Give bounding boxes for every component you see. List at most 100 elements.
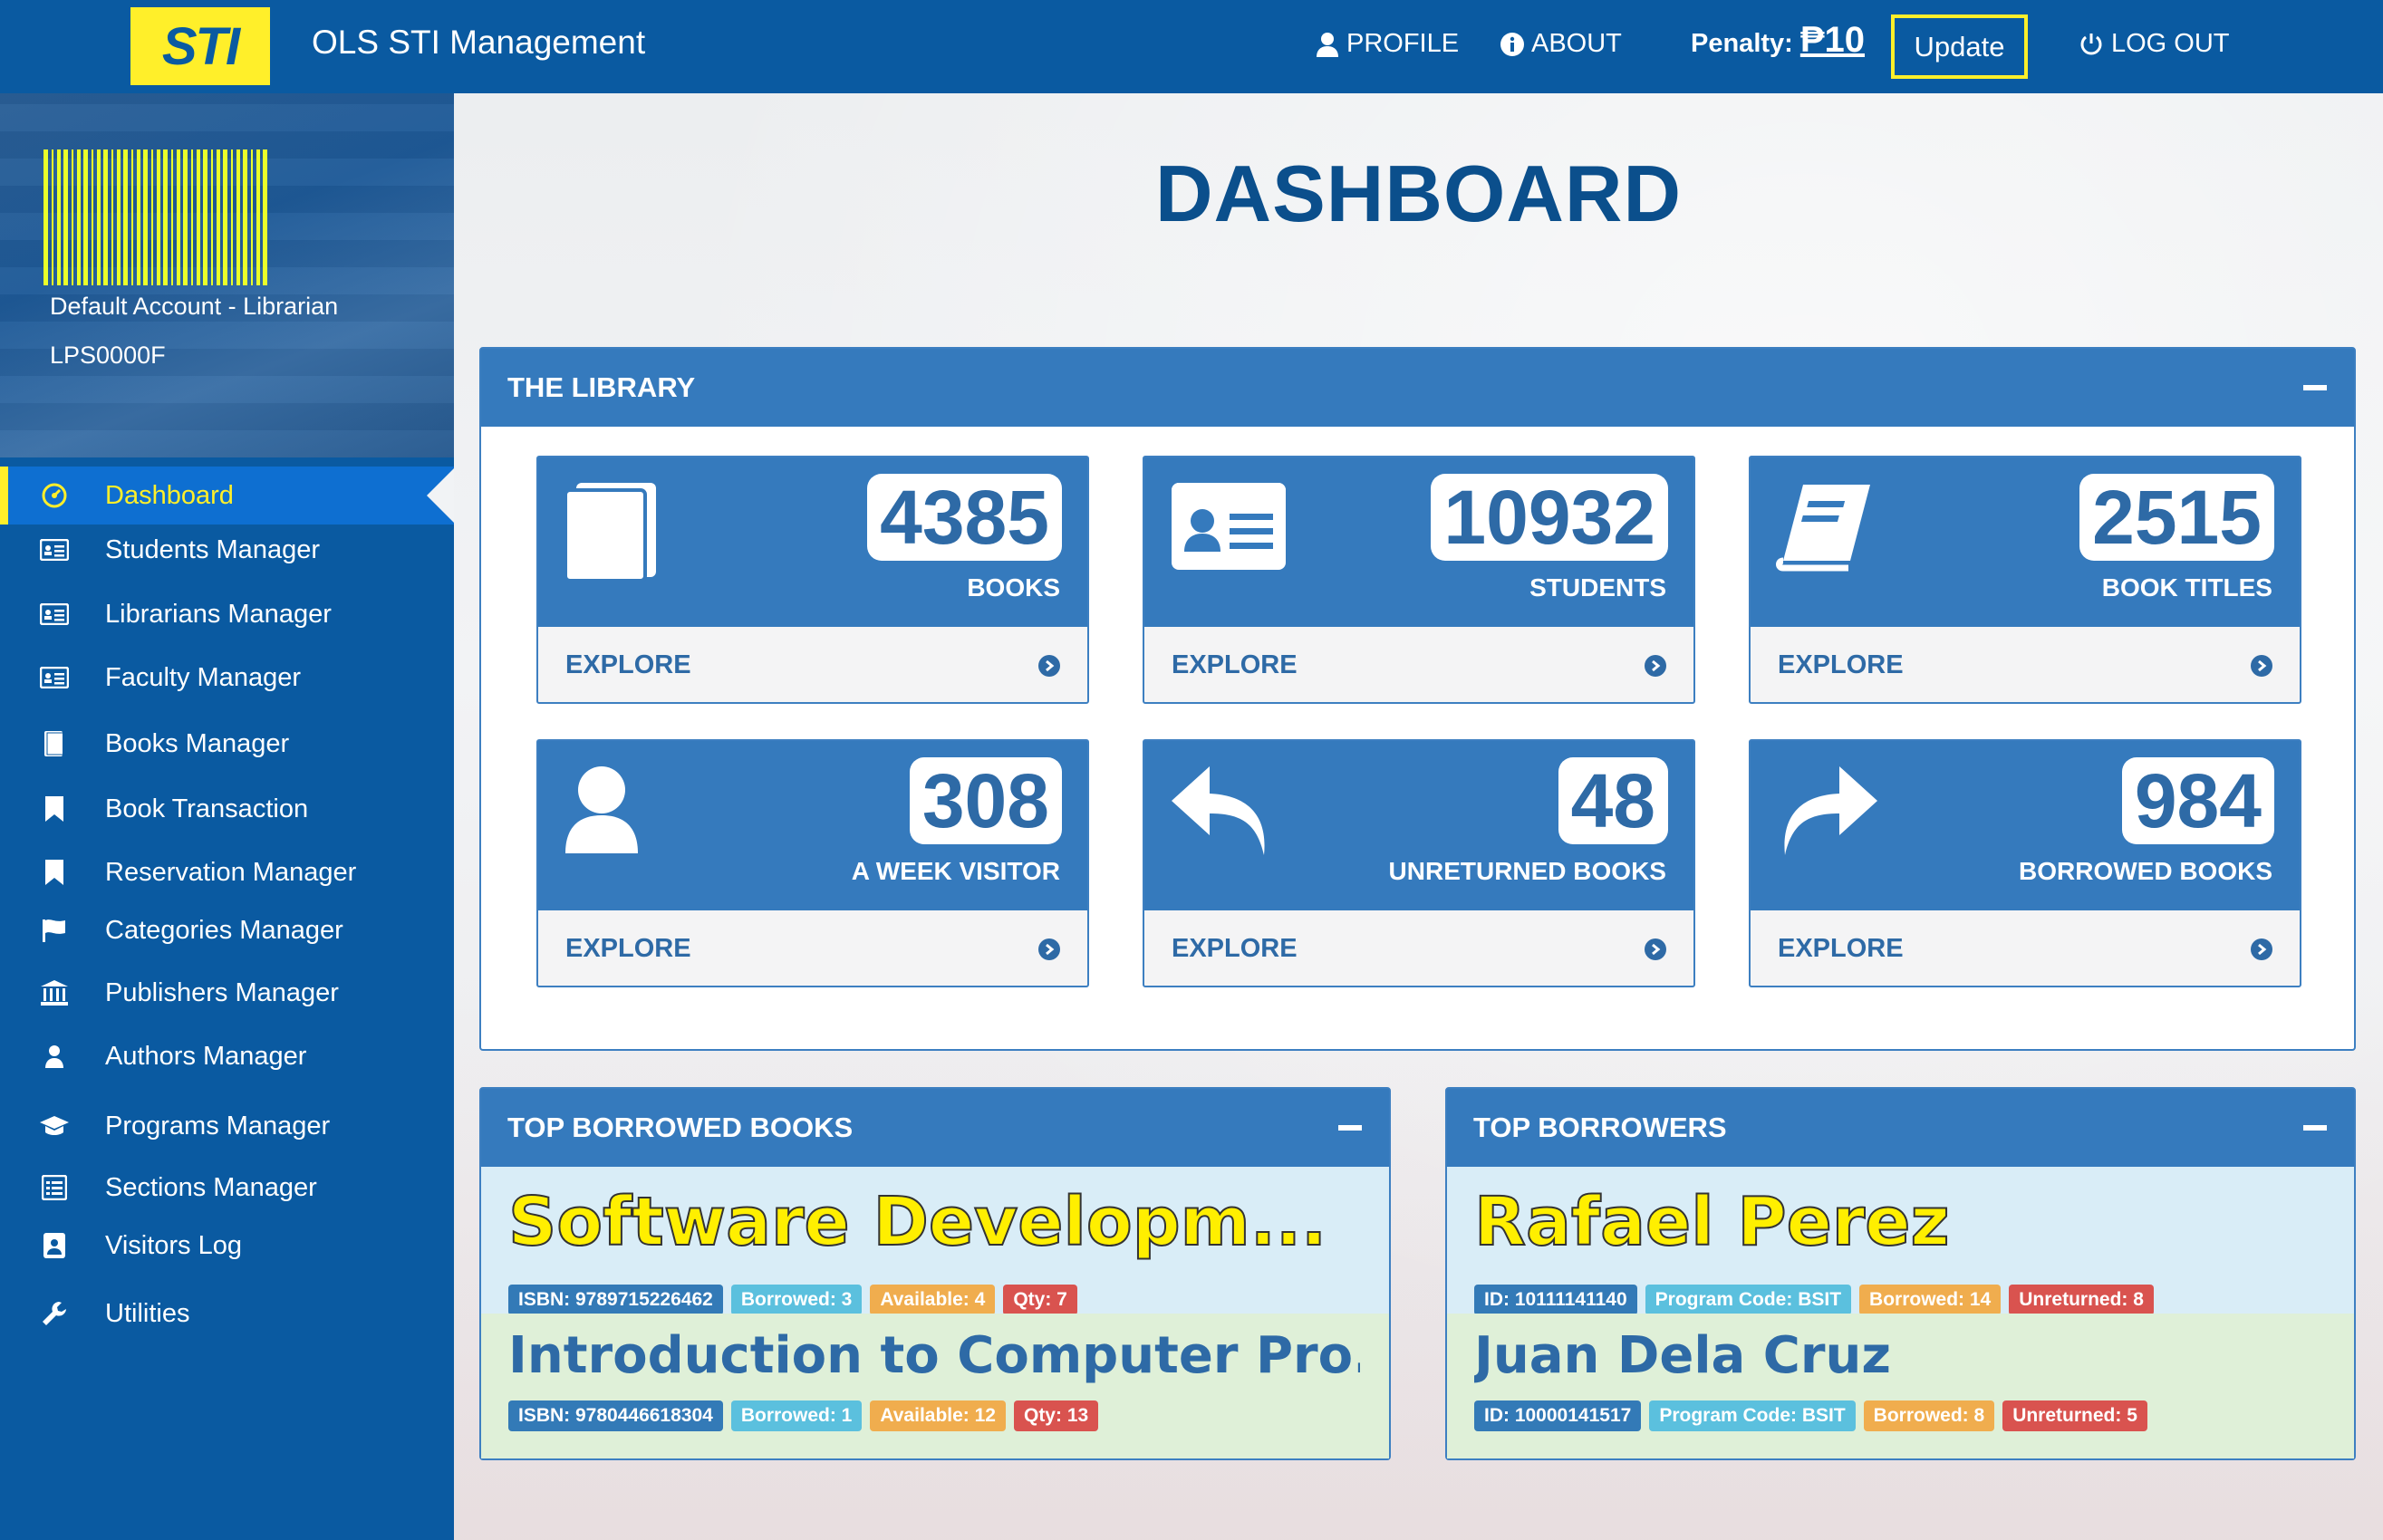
sidebar-item-dashboard[interactable]: Dashboard [0, 467, 454, 525]
sidebar-item-label: Books Manager [105, 728, 290, 758]
sidebar-item-programs-manager[interactable]: Programs Manager [0, 1097, 454, 1155]
id-card-icon [36, 539, 72, 561]
wrench-icon [36, 1300, 72, 1327]
sidebar-item-label: Authors Manager [105, 1041, 307, 1071]
collapse-top-books-button[interactable] [1338, 1125, 1362, 1131]
penalty-value[interactable]: ₱10 [1800, 20, 1865, 61]
app-title: OLS STI Management [312, 24, 646, 61]
sidebar-item-label: Students Manager [105, 534, 320, 564]
borrowed-badge: Borrowed: 14 [1859, 1285, 2002, 1315]
library-panel-title: THE LIBRARY [507, 371, 696, 403]
logout-label: LOG OUT [2111, 29, 2230, 58]
graduation-cap-icon [36, 1114, 72, 1138]
sidebar-item-books-manager[interactable]: Books Manager [0, 715, 454, 773]
library-panel: THE LIBRARY 4385 BOOKS EXPLORE 10932 STU… [479, 347, 2356, 1051]
sidebar-item-reservation-manager[interactable]: Reservation Manager [0, 843, 454, 901]
sidebar-item-label: Reservation Manager [105, 857, 357, 887]
update-button[interactable]: Update [1891, 14, 2028, 79]
qty-badge: Qty: 13 [1013, 1400, 1099, 1431]
borrowed-books-label: BORROWED BOOKS [2019, 857, 2272, 885]
list-item[interactable]: Software Developm... ISBN: 9789715226462… [481, 1167, 1389, 1315]
available-badge: Available: 12 [870, 1400, 1006, 1431]
account-name: Default Account - Librarian [50, 293, 339, 320]
books-card: 4385 BOOKS EXPLORE [536, 456, 1089, 704]
top-navbar: STI OLS STI Management PROFILE ABOUT Pen… [0, 0, 2383, 93]
sidebar-item-librarians-manager[interactable]: Librarians Manager [0, 585, 454, 643]
explore-borrowed-link[interactable]: EXPLORE [1751, 910, 2300, 987]
penalty-display: Penalty: ₱10 [1691, 20, 1865, 61]
unreturned-badge: Unreturned: 8 [2009, 1285, 2154, 1315]
flag-icon [36, 918, 72, 943]
explore-unreturned-link[interactable]: EXPLORE [1144, 910, 1693, 987]
borrowed-books-card: 984 BORROWED BOOKS EXPLORE [1749, 739, 2301, 987]
list-item[interactable]: Rafael Perez ID: 10111141140 Program Cod… [1447, 1167, 2354, 1315]
students-label: STUDENTS [1529, 573, 1666, 602]
book-open-icon [1776, 481, 1876, 576]
info-icon [1500, 32, 1524, 56]
reply-arrow-icon [1170, 765, 1273, 863]
user-icon [36, 1044, 72, 1068]
profile-link[interactable]: PROFILE [1316, 29, 1459, 59]
library-panel-header: THE LIBRARY [481, 349, 2354, 427]
explore-book-titles-link[interactable]: EXPLORE [1751, 627, 2300, 704]
id-card-icon [36, 603, 72, 625]
borrower-name: Juan Dela Cruz [1474, 1326, 1891, 1385]
sidebar-item-students-manager[interactable]: Students Manager [0, 521, 454, 579]
explore-visitors-link[interactable]: EXPLORE [538, 910, 1087, 987]
sidebar-item-label: Programs Manager [105, 1111, 331, 1141]
explore-books-link[interactable]: EXPLORE [538, 627, 1087, 704]
program-badge: Program Code: BSIT [1649, 1400, 1856, 1431]
explore-label: EXPLORE [565, 650, 691, 679]
sidebar-item-faculty-manager[interactable]: Faculty Manager [0, 649, 454, 707]
isbn-badge: ISBN: 9780446618304 [508, 1400, 723, 1431]
about-label: ABOUT [1531, 29, 1622, 58]
books-count: 4385 [867, 474, 1062, 561]
unreturned-badge: Unreturned: 5 [2002, 1400, 2147, 1431]
sti-logo[interactable]: STI [130, 7, 270, 85]
collapse-top-borrowers-button[interactable] [2303, 1125, 2327, 1131]
arrow-circle-right-icon [1038, 654, 1060, 677]
logout-link[interactable]: LOG OUT [2079, 29, 2230, 59]
list-icon [36, 1175, 72, 1200]
id-card-icon [36, 667, 72, 688]
weekly-visitors-card: 308 A WEEK VISITOR EXPLORE [536, 739, 1089, 987]
sidebar-item-label: Book Transaction [105, 794, 309, 823]
sidebar-item-categories-manager[interactable]: Categories Manager [0, 901, 454, 959]
book-title: Software Developm... [508, 1183, 1327, 1261]
books-label: BOOKS [967, 573, 1060, 602]
user-icon [564, 765, 640, 860]
account-id: LPS0000F [50, 342, 166, 369]
top-books-header: TOP BORROWED BOOKS [481, 1089, 1389, 1167]
sidebar-item-authors-manager[interactable]: Authors Manager [0, 1027, 454, 1085]
explore-label: EXPLORE [1778, 650, 1904, 679]
unreturned-books-card: 48 UNRETURNED BOOKS EXPLORE [1143, 739, 1695, 987]
list-item[interactable]: Introduction to Computer Pro... ISBN: 97… [481, 1314, 1389, 1458]
arrow-circle-right-icon [2251, 654, 2272, 677]
power-icon [2080, 33, 2102, 54]
dashboard-icon [36, 483, 72, 508]
list-item[interactable]: Juan Dela Cruz ID: 10000141517 Program C… [1447, 1314, 2354, 1458]
sidebar-item-sections-manager[interactable]: Sections Manager [0, 1159, 454, 1217]
share-arrow-icon [1776, 765, 1879, 863]
logo-text: STI [161, 16, 240, 76]
arrow-circle-right-icon [1038, 938, 1060, 960]
user-icon [1317, 32, 1338, 57]
explore-students-link[interactable]: EXPLORE [1144, 627, 1693, 704]
explore-label: EXPLORE [1172, 934, 1298, 963]
sidebar-item-utilities[interactable]: Utilities [0, 1285, 454, 1343]
about-link[interactable]: ABOUT [1500, 29, 1622, 59]
unreturned-books-count: 48 [1558, 757, 1668, 844]
sidebar-item-visitors-log[interactable]: Visitors Log [0, 1217, 454, 1275]
qty-badge: Qty: 7 [1003, 1285, 1077, 1315]
collapse-library-button[interactable] [2303, 385, 2327, 390]
sidebar-item-publishers-manager[interactable]: Publishers Manager [0, 964, 454, 1022]
explore-label: EXPLORE [565, 934, 691, 963]
book-titles-count: 2515 [2079, 474, 2274, 561]
borrower-name: Rafael Perez [1474, 1183, 1951, 1261]
id-badge: ID: 10111141140 [1474, 1285, 1637, 1315]
program-badge: Program Code: BSIT [1645, 1285, 1852, 1315]
sidebar-item-label: Publishers Manager [105, 977, 339, 1007]
sidebar-item-book-transaction[interactable]: Book Transaction [0, 780, 454, 838]
top-borrowers-panel: TOP BORROWERS Rafael Perez ID: 101111411… [1445, 1087, 2356, 1460]
book-icon [36, 730, 72, 757]
